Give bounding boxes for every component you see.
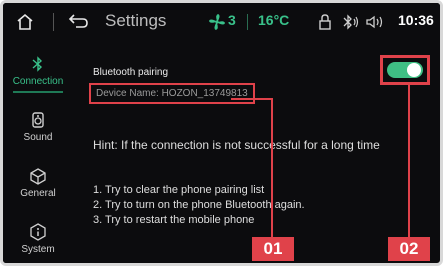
back-icon[interactable] (68, 11, 90, 31)
callout-line (408, 85, 410, 238)
bluetooth-pairing-label: Bluetooth pairing (93, 67, 169, 78)
callout-line (271, 98, 273, 238)
divider (247, 14, 248, 30)
screen-frame: Settings 3 16°C 10:36 Connection Sound G… (0, 0, 443, 266)
page-title: Settings (105, 11, 167, 30)
callout-marker-02: 02 (388, 237, 430, 261)
sidebar: Connection Sound General System (3, 41, 73, 263)
device-name: Device Name: HOZON_13749813 (89, 83, 255, 104)
sidebar-item-label: General (20, 188, 56, 199)
home-icon[interactable] (15, 12, 35, 32)
volume-icon (366, 15, 383, 29)
sidebar-item-connection[interactable]: Connection (3, 55, 73, 93)
sidebar-item-general[interactable]: General (3, 167, 73, 199)
speaker-icon (32, 112, 44, 128)
temperature[interactable]: 16°C (258, 12, 289, 28)
clock: 10:36 (398, 12, 434, 28)
sidebar-item-label: Sound (23, 132, 53, 143)
divider (53, 13, 54, 31)
connection-panel: Bluetooth pairing Device Name: HOZON_137… (83, 41, 438, 263)
lock-icon (319, 14, 331, 30)
bluetooth-toggle[interactable] (380, 55, 430, 85)
connection-hint: Hint: If the connection is not successfu… (93, 138, 380, 152)
sidebar-item-sound[interactable]: Sound (3, 111, 73, 143)
sidebar-item-label: System (21, 244, 55, 255)
sidebar-item-system[interactable]: System (3, 223, 73, 255)
callout-line (231, 98, 273, 100)
fan-icon[interactable] (208, 13, 226, 31)
bluetooth-icon (32, 56, 43, 72)
callout-marker-01: 01 (252, 237, 294, 261)
status-bar: Settings 3 16°C 10:36 (3, 3, 440, 41)
toggle-knob (407, 63, 421, 77)
sidebar-item-label: Connection (12, 76, 64, 87)
fan-level[interactable]: 3 (228, 12, 236, 28)
cube-icon (30, 168, 46, 185)
bluetooth-icon (343, 14, 359, 30)
active-indicator (13, 91, 63, 93)
info-icon (30, 223, 46, 241)
